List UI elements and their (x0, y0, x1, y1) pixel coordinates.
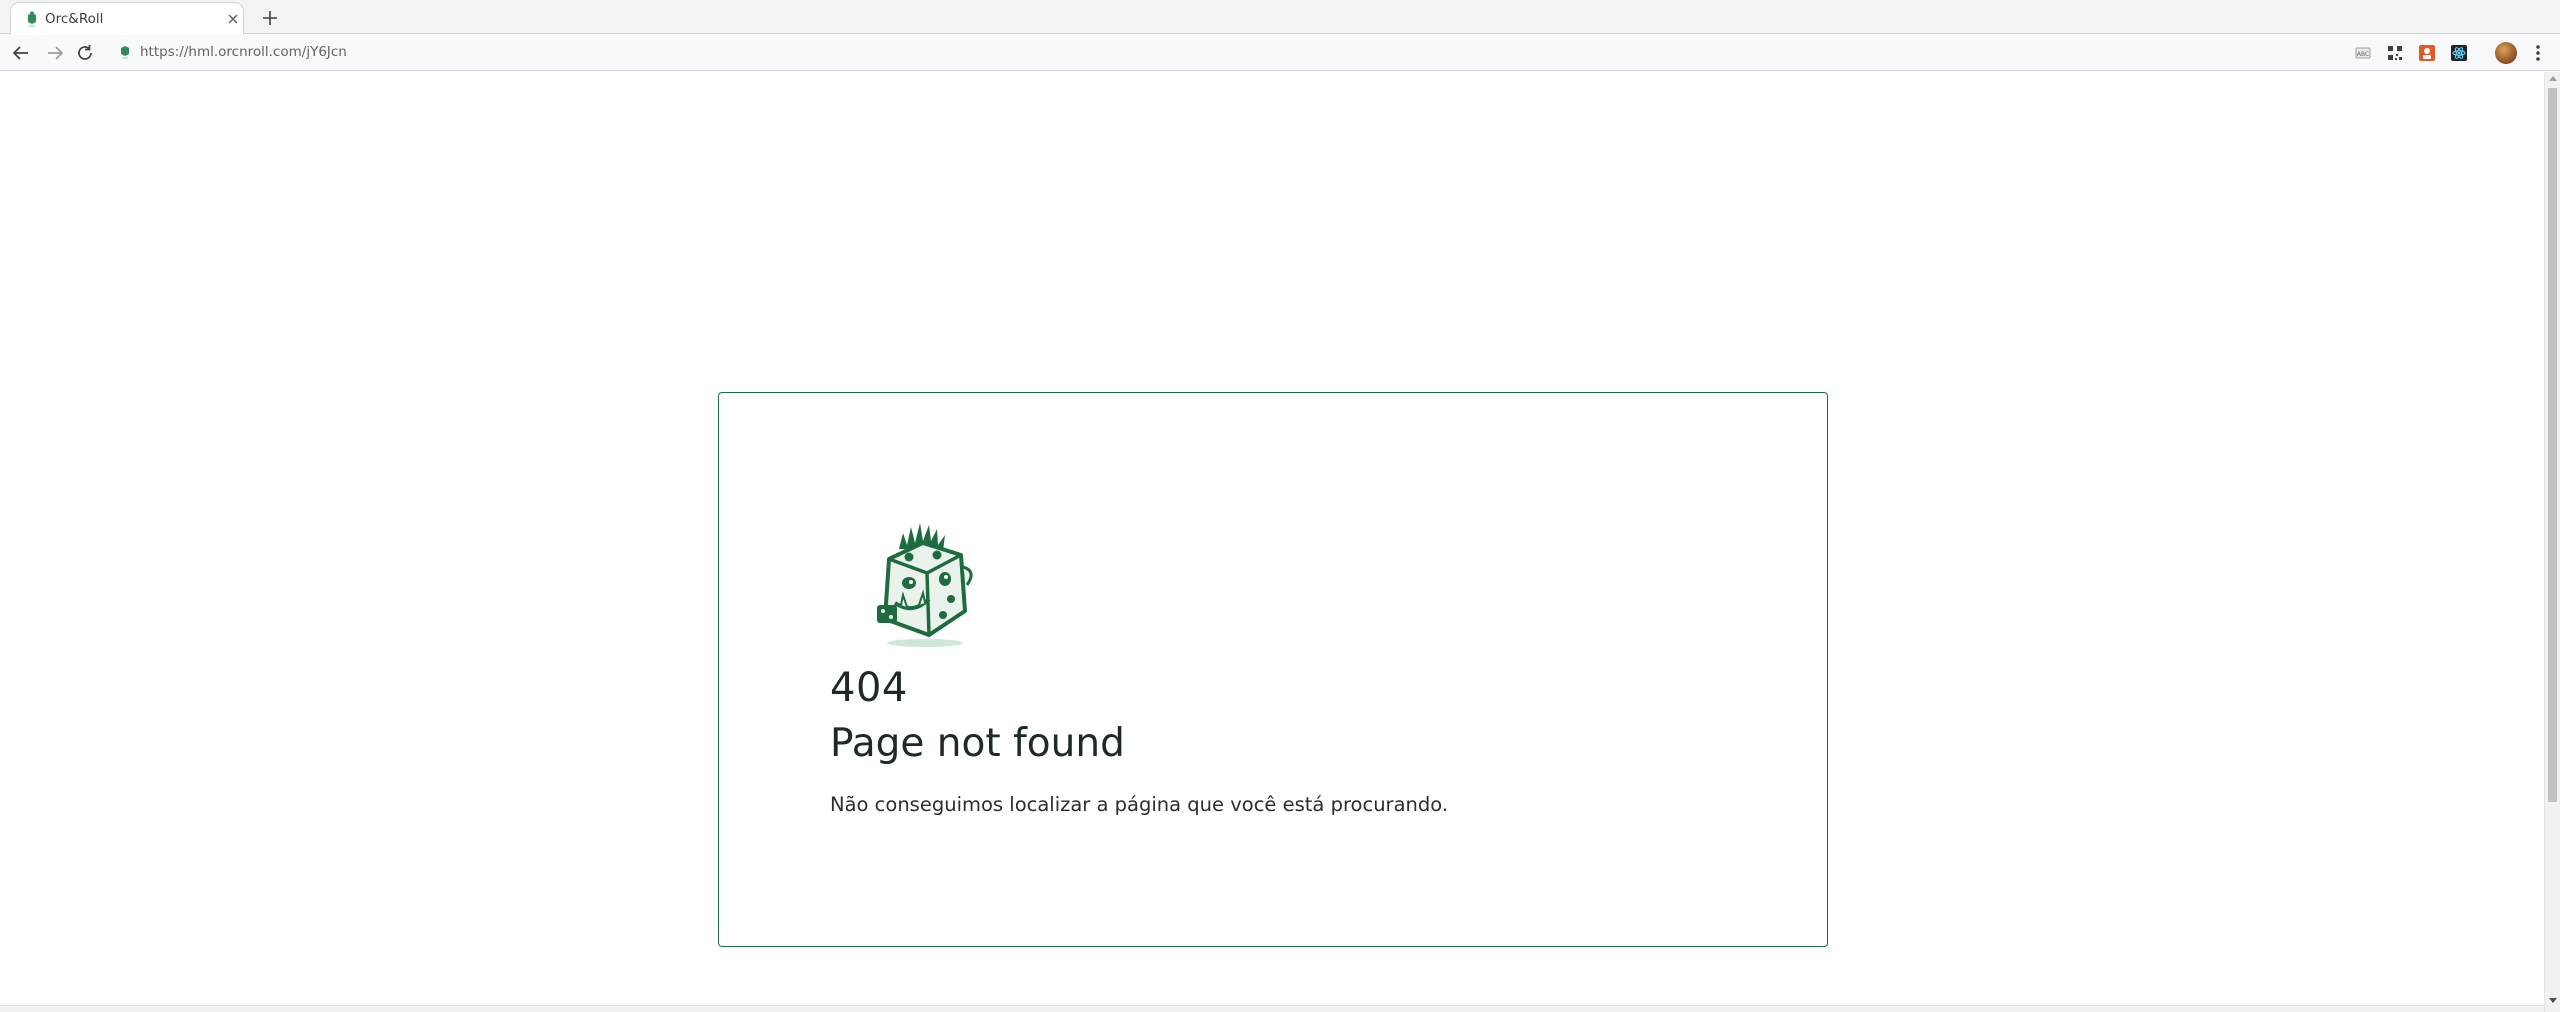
address-bar[interactable]: https://hml.orcnroll.com/jY6Jcn (140, 44, 347, 60)
browser-tab[interactable]: Orc&Roll (10, 2, 244, 35)
arrow-right-icon[interactable] (44, 42, 66, 64)
page-title: Page not found (830, 721, 1125, 766)
qr-code-icon[interactable] (2386, 44, 2404, 62)
extension-icon[interactable] (2418, 44, 2436, 62)
error-message: Não conseguimos localizar a página que v… (830, 793, 1449, 816)
orc-dice-mascot-logo (877, 523, 973, 647)
extension-icon[interactable] (2450, 44, 2468, 62)
reload-icon[interactable] (74, 42, 96, 64)
plus-icon[interactable] (259, 7, 281, 29)
scrollbar-thumb[interactable] (2548, 88, 2557, 802)
arrow-left-icon[interactable] (10, 42, 32, 64)
tab-strip: Orc&Roll (0, 0, 2560, 35)
vertical-scrollbar[interactable] (2544, 72, 2560, 1012)
horizontal-scrollbar[interactable] (0, 1005, 2544, 1012)
not-found-card: 404 Page not found Não conseguimos local… (718, 392, 1828, 947)
orc-favicon-icon (28, 11, 36, 27)
extension-icon[interactable]: ABC (2354, 44, 2372, 62)
tab-title: Orc&Roll (45, 11, 104, 27)
orc-favicon-icon (121, 46, 129, 59)
scroll-up-arrow-icon[interactable] (2549, 76, 2557, 81)
profile-avatar[interactable] (2495, 42, 2517, 64)
close-icon[interactable] (225, 11, 241, 27)
svg-text:ABC: ABC (2357, 51, 2369, 58)
scroll-down-arrow-icon[interactable] (2549, 998, 2557, 1003)
kebab-menu-icon[interactable] (2528, 42, 2548, 64)
browser-toolbar: https://hml.orcnroll.com/jY6Jcn ABC (0, 35, 2560, 71)
error-code: 404 (830, 665, 908, 711)
